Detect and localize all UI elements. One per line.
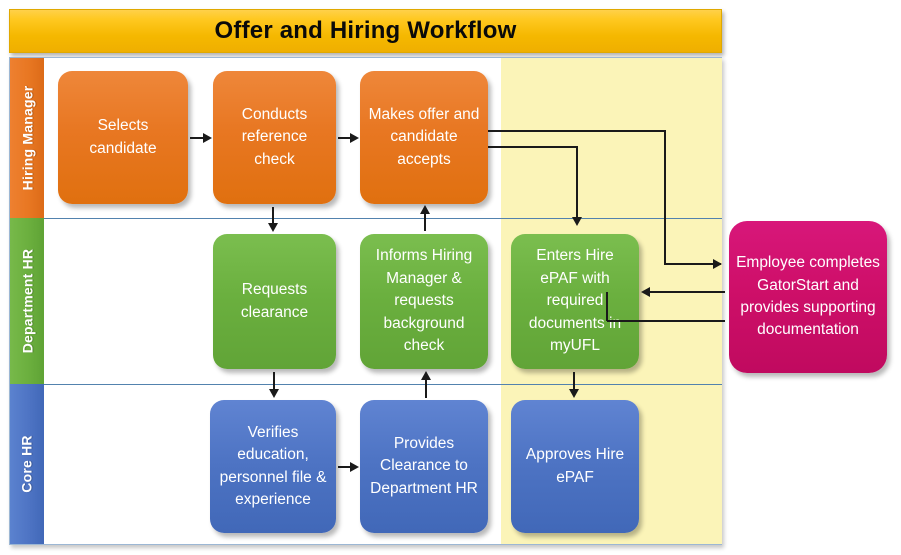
- node-makes-offer[interactable]: Makes offer and candidate accepts: [360, 71, 488, 204]
- swimlane-label-core-hr: Core HR: [19, 435, 36, 493]
- node-label: Provides Clearance to Department HR: [370, 434, 478, 497]
- page-title: Offer and Hiring Workflow: [214, 17, 517, 44]
- connector-hm3-to-dhr3-seg1: [488, 146, 577, 148]
- arrowhead-chr1-to-chr2: [350, 462, 359, 472]
- arrowhead-dhr1-to-chr1: [269, 389, 279, 398]
- swimlane-label-hiring-manager: Hiring Manager: [19, 85, 35, 191]
- connector-hm3-to-employee-seg1: [488, 130, 665, 132]
- connector-hm1-to-hm2: [190, 137, 204, 139]
- node-employee-completes-gatorstart[interactable]: Employee completes GatorStart and provid…: [729, 221, 887, 373]
- workflow-diagram: Offer and Hiring Workflow Hiring Manager…: [0, 0, 901, 555]
- node-conducts-reference-check[interactable]: Conducts reference check: [213, 71, 336, 204]
- arrowhead-employee-to-dhr3: [641, 287, 650, 297]
- connector-employee-to-dhr3-seg2: [606, 292, 608, 321]
- swimlane-department-hr: Department HR: [10, 218, 44, 384]
- connector-dhr2-to-hm3: [424, 211, 426, 231]
- node-label: Makes offer and candidate accepts: [368, 105, 480, 168]
- connector-hm3-to-dhr3-seg2: [576, 146, 578, 220]
- arrowhead-dhr2-to-hm3: [420, 205, 430, 214]
- connector-hm3-to-employee-seg2: [664, 130, 666, 264]
- arrowhead-hm2-to-hm3: [350, 133, 359, 143]
- swimlane-core-hr: Core HR: [10, 384, 44, 544]
- node-label: Conducts reference check: [241, 105, 308, 168]
- diagram-title-banner: Offer and Hiring Workflow: [9, 9, 722, 53]
- swimlane-hiring-manager: Hiring Manager: [10, 58, 44, 218]
- node-label: Verifies education, personnel file & exp…: [219, 423, 327, 508]
- node-label: Selects candidate: [89, 117, 157, 157]
- arrowhead-hm3-to-dhr3: [572, 217, 582, 226]
- node-label: Approves Hire ePAF: [525, 446, 625, 486]
- node-enters-hire-epaf[interactable]: Enters Hire ePAF with required documents…: [511, 234, 639, 369]
- node-verifies-education[interactable]: Verifies education, personnel file & exp…: [210, 400, 336, 533]
- swimlane-label-department-hr: Department HR: [19, 248, 36, 354]
- arrowhead-chr2-to-dhr2: [421, 371, 431, 380]
- swimlane-frame: Hiring Manager Department HR Core HR Sel…: [9, 57, 725, 545]
- node-requests-clearance[interactable]: Requests clearance: [213, 234, 336, 369]
- arrowhead-dhr3-to-chr3: [569, 389, 579, 398]
- node-informs-hiring-manager[interactable]: Informs Hiring Manager & requests backgr…: [360, 234, 488, 369]
- arrowhead-hm2-to-dhr1: [268, 223, 278, 232]
- node-label: Enters Hire ePAF with required documents…: [528, 247, 622, 355]
- node-label: Informs Hiring Manager & requests backgr…: [375, 247, 473, 355]
- arrowhead-hm3-to-employee: [713, 259, 722, 269]
- lane-divider-lower: [44, 384, 722, 385]
- node-approves-hire-epaf[interactable]: Approves Hire ePAF: [511, 400, 639, 533]
- connector-chr2-to-dhr2: [425, 377, 427, 398]
- connector-employee-to-dhr3-seg1: [607, 320, 725, 322]
- lane-divider-upper: [44, 218, 722, 219]
- node-provides-clearance[interactable]: Provides Clearance to Department HR: [360, 400, 488, 533]
- node-label: Requests clearance: [240, 281, 309, 321]
- connector-employee-to-dhr3-seg13: [646, 291, 725, 293]
- node-selects-candidate[interactable]: Selects candidate: [58, 71, 188, 204]
- node-label: Employee completes GatorStart and provid…: [736, 254, 880, 339]
- arrowhead-hm1-to-hm2: [203, 133, 212, 143]
